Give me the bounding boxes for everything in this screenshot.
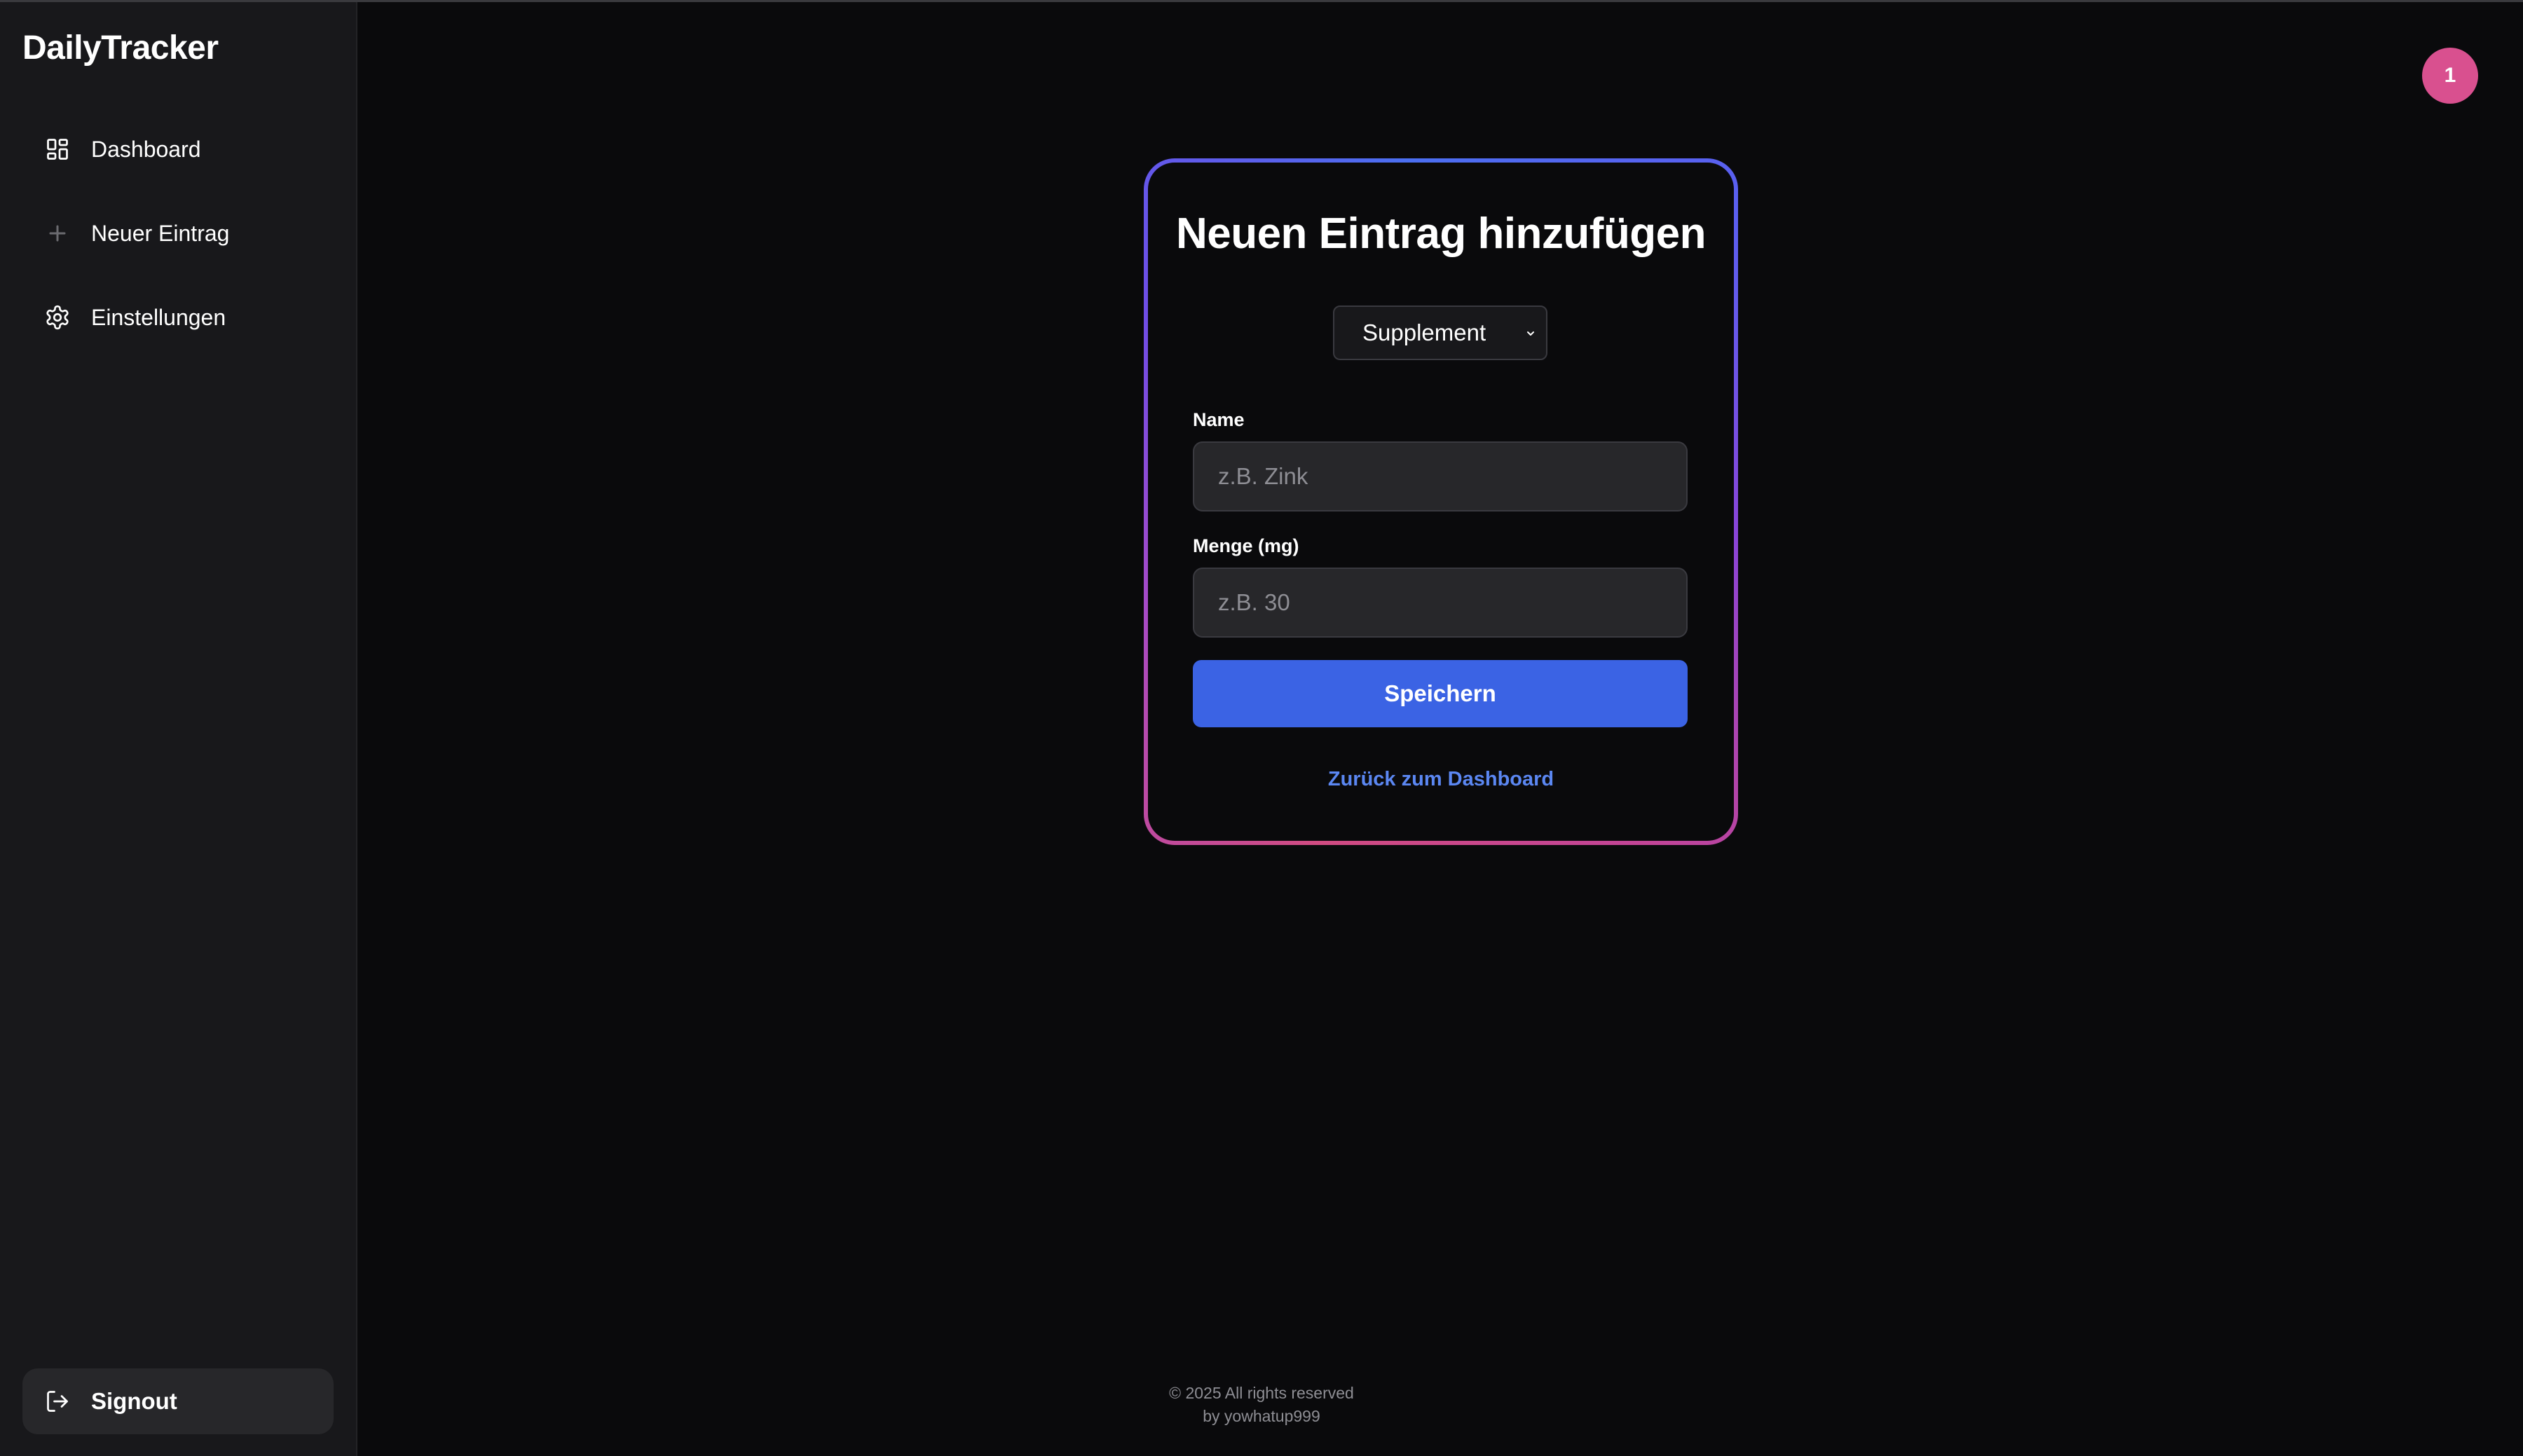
dashboard-grid-icon bbox=[43, 135, 71, 163]
sidebar-item-settings[interactable]: Einstellungen bbox=[22, 285, 334, 350]
name-label: Name bbox=[1193, 409, 1245, 430]
name-input[interactable] bbox=[1193, 441, 1688, 511]
footer-author: by yowhatup999 bbox=[1203, 1407, 1320, 1425]
signout-button[interactable]: Signout bbox=[22, 1368, 334, 1434]
avatar[interactable]: 1 bbox=[2422, 48, 2478, 104]
chevron-down-icon bbox=[1522, 325, 1539, 342]
sign-out-icon bbox=[43, 1387, 71, 1415]
footer: © 2025 All rights reserved by yowhatup99… bbox=[1051, 1382, 1472, 1428]
page-title: Neuen Eintrag hinzufügen bbox=[1175, 210, 1707, 258]
plus-icon bbox=[43, 219, 71, 247]
entry-type-select[interactable]: Supplement bbox=[1333, 305, 1547, 360]
entry-type-selected-value: Supplement bbox=[1362, 320, 1486, 345]
sidebar-item-new-entry[interactable]: Neuer Eintrag bbox=[22, 201, 334, 266]
sidebar-item-label: Dashboard bbox=[91, 136, 201, 162]
sidebar-item-label: Einstellungen bbox=[91, 304, 226, 330]
sidebar-item-dashboard[interactable]: Dashboard bbox=[22, 117, 334, 181]
gear-icon bbox=[43, 303, 71, 331]
sidebar: DailyTracker Dashboard Neuer Eintrag Ein… bbox=[0, 2, 357, 1456]
back-to-dashboard-link[interactable]: Zurück zum Dashboard bbox=[1148, 768, 1734, 791]
amount-input[interactable] bbox=[1193, 568, 1688, 638]
amount-label: Menge (mg) bbox=[1193, 535, 1299, 556]
entry-card: Neuen Eintrag hinzufügen Supplement Name… bbox=[1144, 158, 1738, 845]
save-button[interactable]: Speichern bbox=[1193, 660, 1688, 727]
window-top-border bbox=[0, 0, 2523, 2]
sidebar-item-label: Neuer Eintrag bbox=[91, 220, 230, 246]
signout-label: Signout bbox=[91, 1388, 177, 1414]
app-brand: DailyTracker bbox=[22, 29, 219, 67]
footer-copyright: © 2025 All rights reserved bbox=[1169, 1384, 1354, 1402]
entry-card-body: Neuen Eintrag hinzufügen Supplement Name… bbox=[1148, 163, 1734, 841]
